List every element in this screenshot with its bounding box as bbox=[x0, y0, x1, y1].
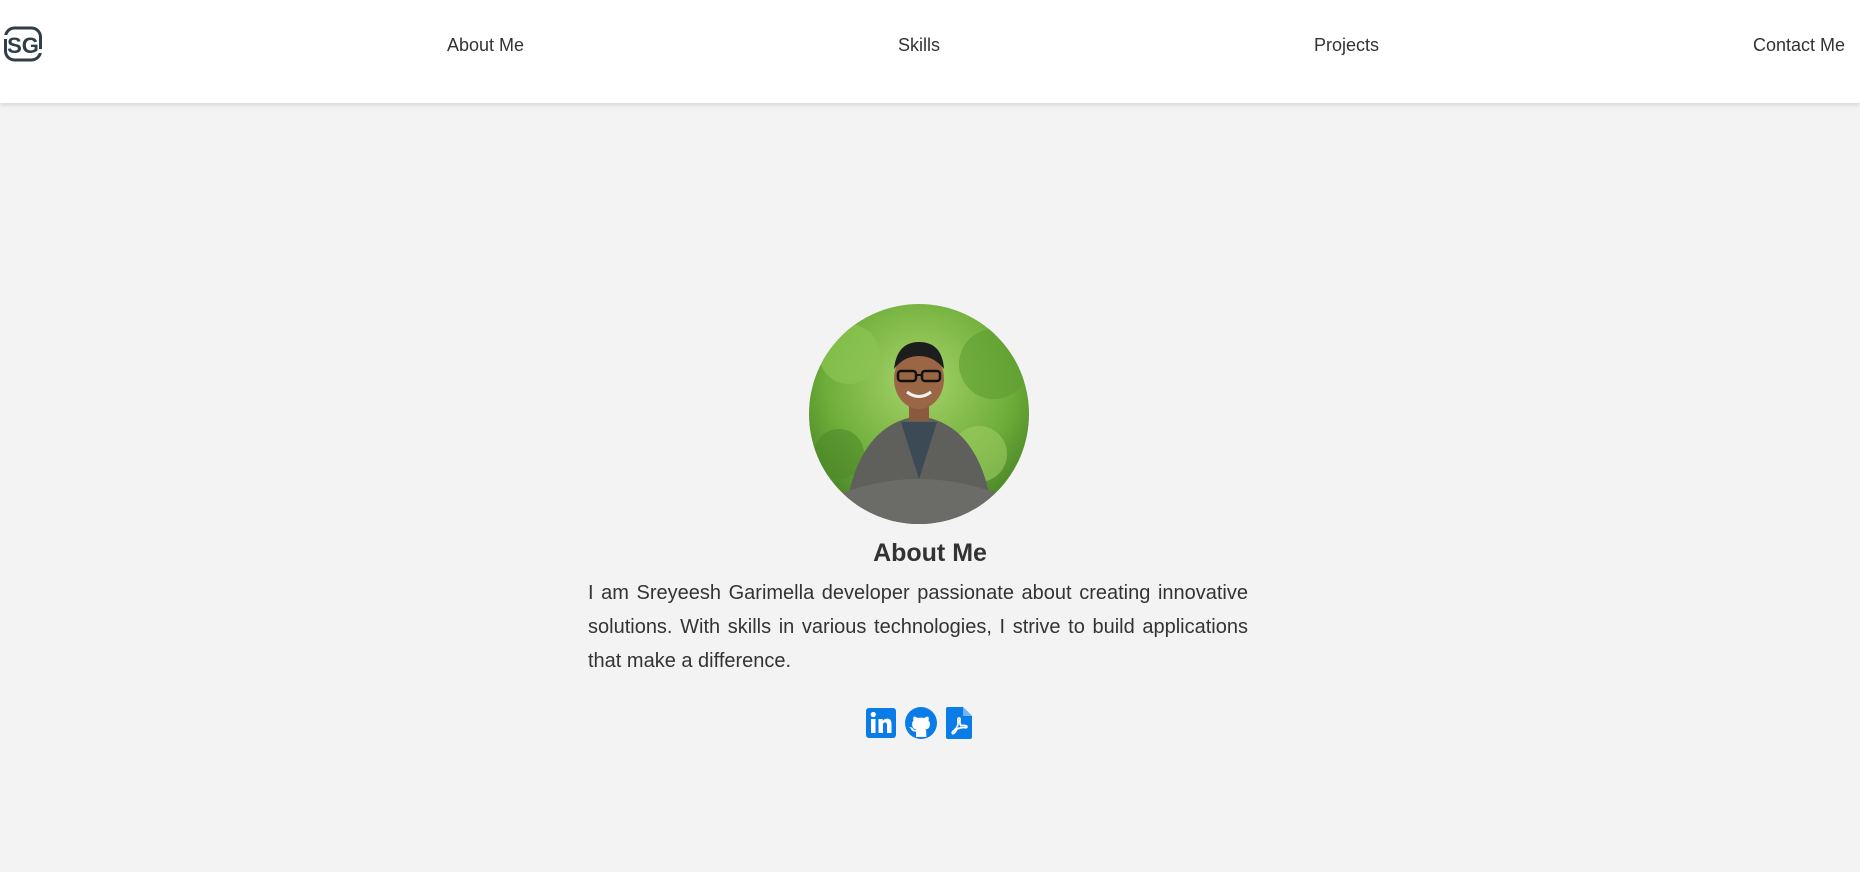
about-description: I am Sreyeesh Garimella developer passio… bbox=[588, 582, 1248, 672]
nav-contact-me[interactable]: Contact Me bbox=[1753, 35, 1845, 56]
navbar: SG About Me Skills Projects Contact Me bbox=[0, 0, 1860, 103]
github-icon[interactable] bbox=[904, 706, 938, 740]
pdf-resume-icon[interactable] bbox=[946, 706, 972, 740]
about-section: About Me I am Sreyeesh Garimella develop… bbox=[0, 103, 1860, 872]
svg-text:SG: SG bbox=[7, 33, 39, 58]
linkedin-icon[interactable] bbox=[866, 706, 896, 740]
sg-logo-icon[interactable]: SG bbox=[4, 26, 42, 62]
profile-photo bbox=[809, 304, 1029, 524]
about-title: About Me bbox=[873, 539, 987, 567]
nav-projects[interactable]: Projects bbox=[1314, 35, 1379, 56]
nav-skills[interactable]: Skills bbox=[898, 35, 940, 56]
nav-about-me[interactable]: About Me bbox=[447, 35, 524, 56]
